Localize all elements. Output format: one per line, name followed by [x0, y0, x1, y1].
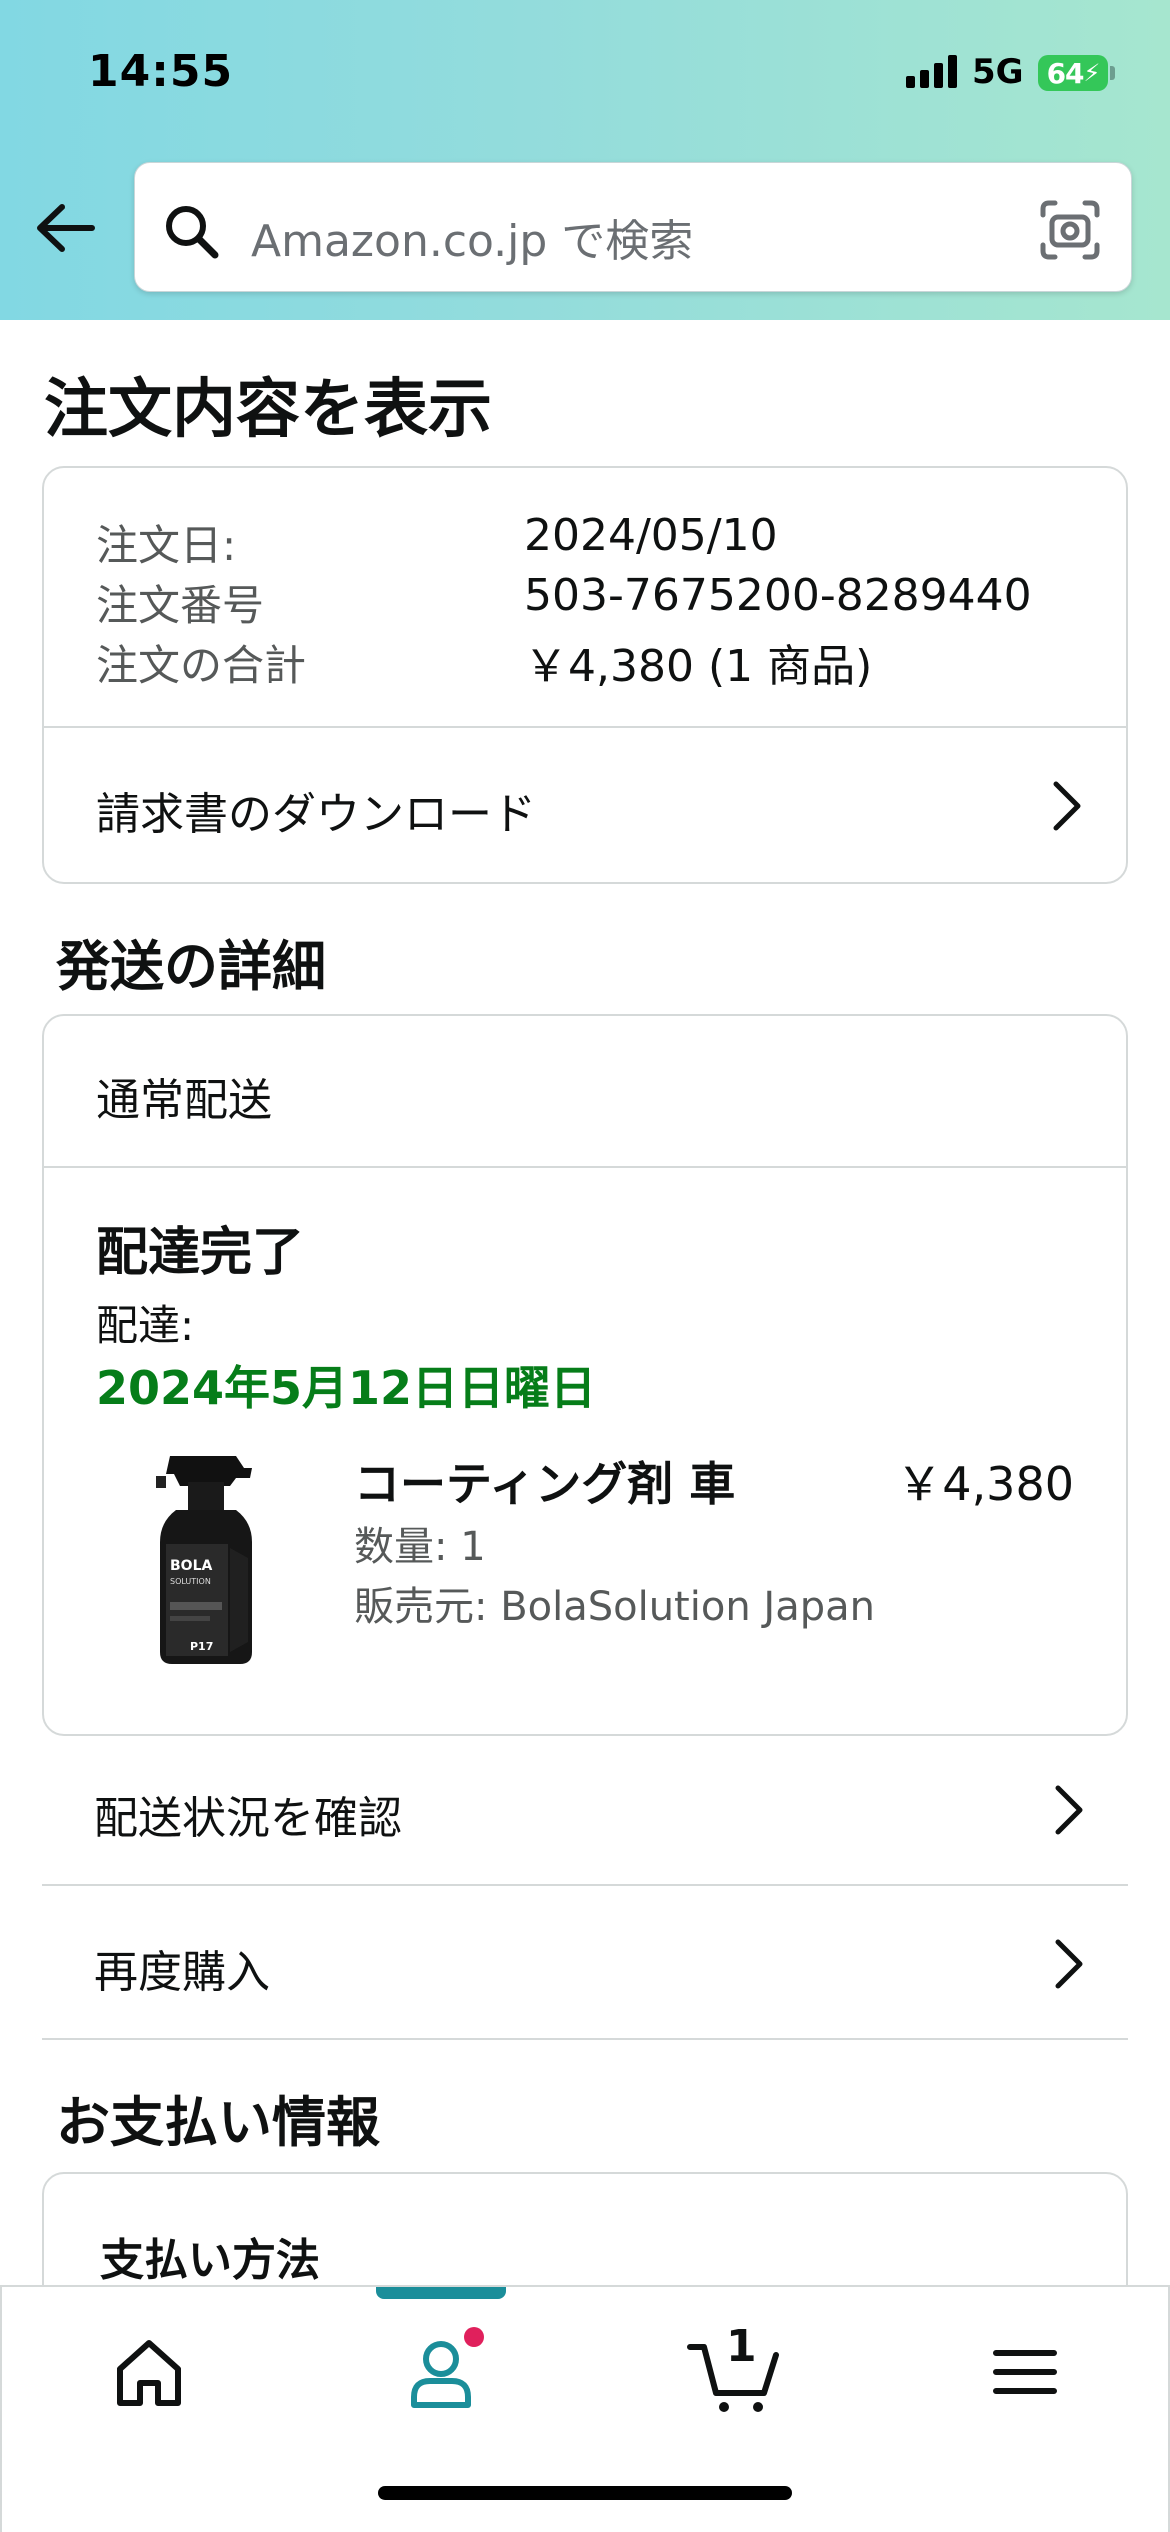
order-summary-card: 注文日: 2024/05/10 注文番号 503-7675200-8289440… [42, 466, 1128, 884]
product-title[interactable]: コーティング剤 車 [354, 1448, 735, 1514]
spray-bottle-image: BOLA SOLUTION P17 [156, 1456, 252, 1664]
menu-icon [993, 2350, 1057, 2394]
shipping-card: 通常配送 配達完了 配達: 2024年5月12日日曜日 BOLA SOLUTIO… [42, 1014, 1128, 1736]
battery-level: 64 [1046, 56, 1085, 90]
cart-count: 1 [726, 2321, 757, 2372]
order-number-value: 503-7675200-8289440 [524, 570, 1032, 621]
network-type: 5G [972, 52, 1024, 92]
camera-scan-icon[interactable] [1039, 199, 1101, 261]
battery-icon: 64 ⚡ [1038, 55, 1108, 91]
order-number-label: 注文番号 [96, 581, 265, 630]
chevron-right-icon [1053, 781, 1081, 831]
nav-active-indicator [376, 2287, 506, 2299]
product-price: ￥4,380 [896, 1457, 1074, 1511]
delivered-date: 2024年5月12日日曜日 [96, 1361, 597, 1415]
shipping-method: 通常配送 [96, 1075, 272, 1126]
nav-account[interactable] [396, 2327, 486, 2417]
search-icon [166, 206, 219, 259]
user-icon [411, 2327, 484, 2408]
product-quantity: 数量: 1 [354, 1524, 486, 1570]
invoice-download-link[interactable]: 請求書のダウンロード [44, 728, 1126, 884]
nav-home[interactable] [104, 2327, 194, 2417]
shipping-section-title: 発送の詳細 [56, 935, 326, 998]
order-date-value: 2024/05/10 [524, 510, 778, 561]
bottle-brand: BOLA [170, 1558, 212, 1574]
bottle-code: P17 [190, 1640, 213, 1653]
payment-section-title: お支払い情報 [56, 2091, 380, 2154]
order-total-label: 注文の合計 [96, 641, 307, 690]
search-placeholder: Amazon.co.jp で検索 [251, 216, 694, 267]
delivered-label: 配達: [96, 1301, 195, 1350]
invoice-download-label: 請求書のダウンロード [96, 789, 536, 840]
notification-dot [464, 2327, 484, 2347]
chevron-right-icon [1055, 1785, 1083, 1835]
page-title: 注文内容を表示 [44, 373, 492, 447]
header: 14:55 5G 64 ⚡ Amazon.co.jp で検索 [0, 0, 1170, 320]
home-indicator [378, 2486, 792, 2500]
bottle-sub: SOLUTION [170, 1577, 211, 1586]
payment-method-title: 支払い方法 [100, 2235, 320, 2286]
status-time: 14:55 [88, 46, 234, 97]
track-package-link[interactable]: 配送状況を確認 [42, 1734, 1128, 1886]
arrow-left-icon [37, 204, 95, 252]
buy-again-link[interactable]: 再度購入 [42, 1888, 1128, 2040]
track-package-label: 配送状況を確認 [94, 1793, 402, 1844]
divider [44, 1166, 1126, 1168]
signal-icon [906, 54, 957, 88]
order-total-value: ￥4,380 (1 商品) [524, 641, 873, 692]
chevron-right-icon [1055, 1939, 1083, 1989]
battery-cap [1110, 66, 1115, 80]
nav-menu[interactable] [980, 2327, 1070, 2417]
product-seller: 販売元: BolaSolution Japan [354, 1584, 875, 1630]
buy-again-label: 再度購入 [94, 1947, 270, 1998]
delivery-status: 配達完了 [96, 1223, 305, 1283]
nav-cart[interactable]: 1 [686, 2321, 786, 2417]
home-icon [117, 2340, 181, 2406]
search-input[interactable]: Amazon.co.jp で検索 [134, 162, 1132, 292]
order-date-label: 注文日: [96, 521, 237, 570]
product-image[interactable]: BOLA SOLUTION P17 [140, 1452, 290, 1666]
back-button[interactable] [34, 196, 98, 260]
